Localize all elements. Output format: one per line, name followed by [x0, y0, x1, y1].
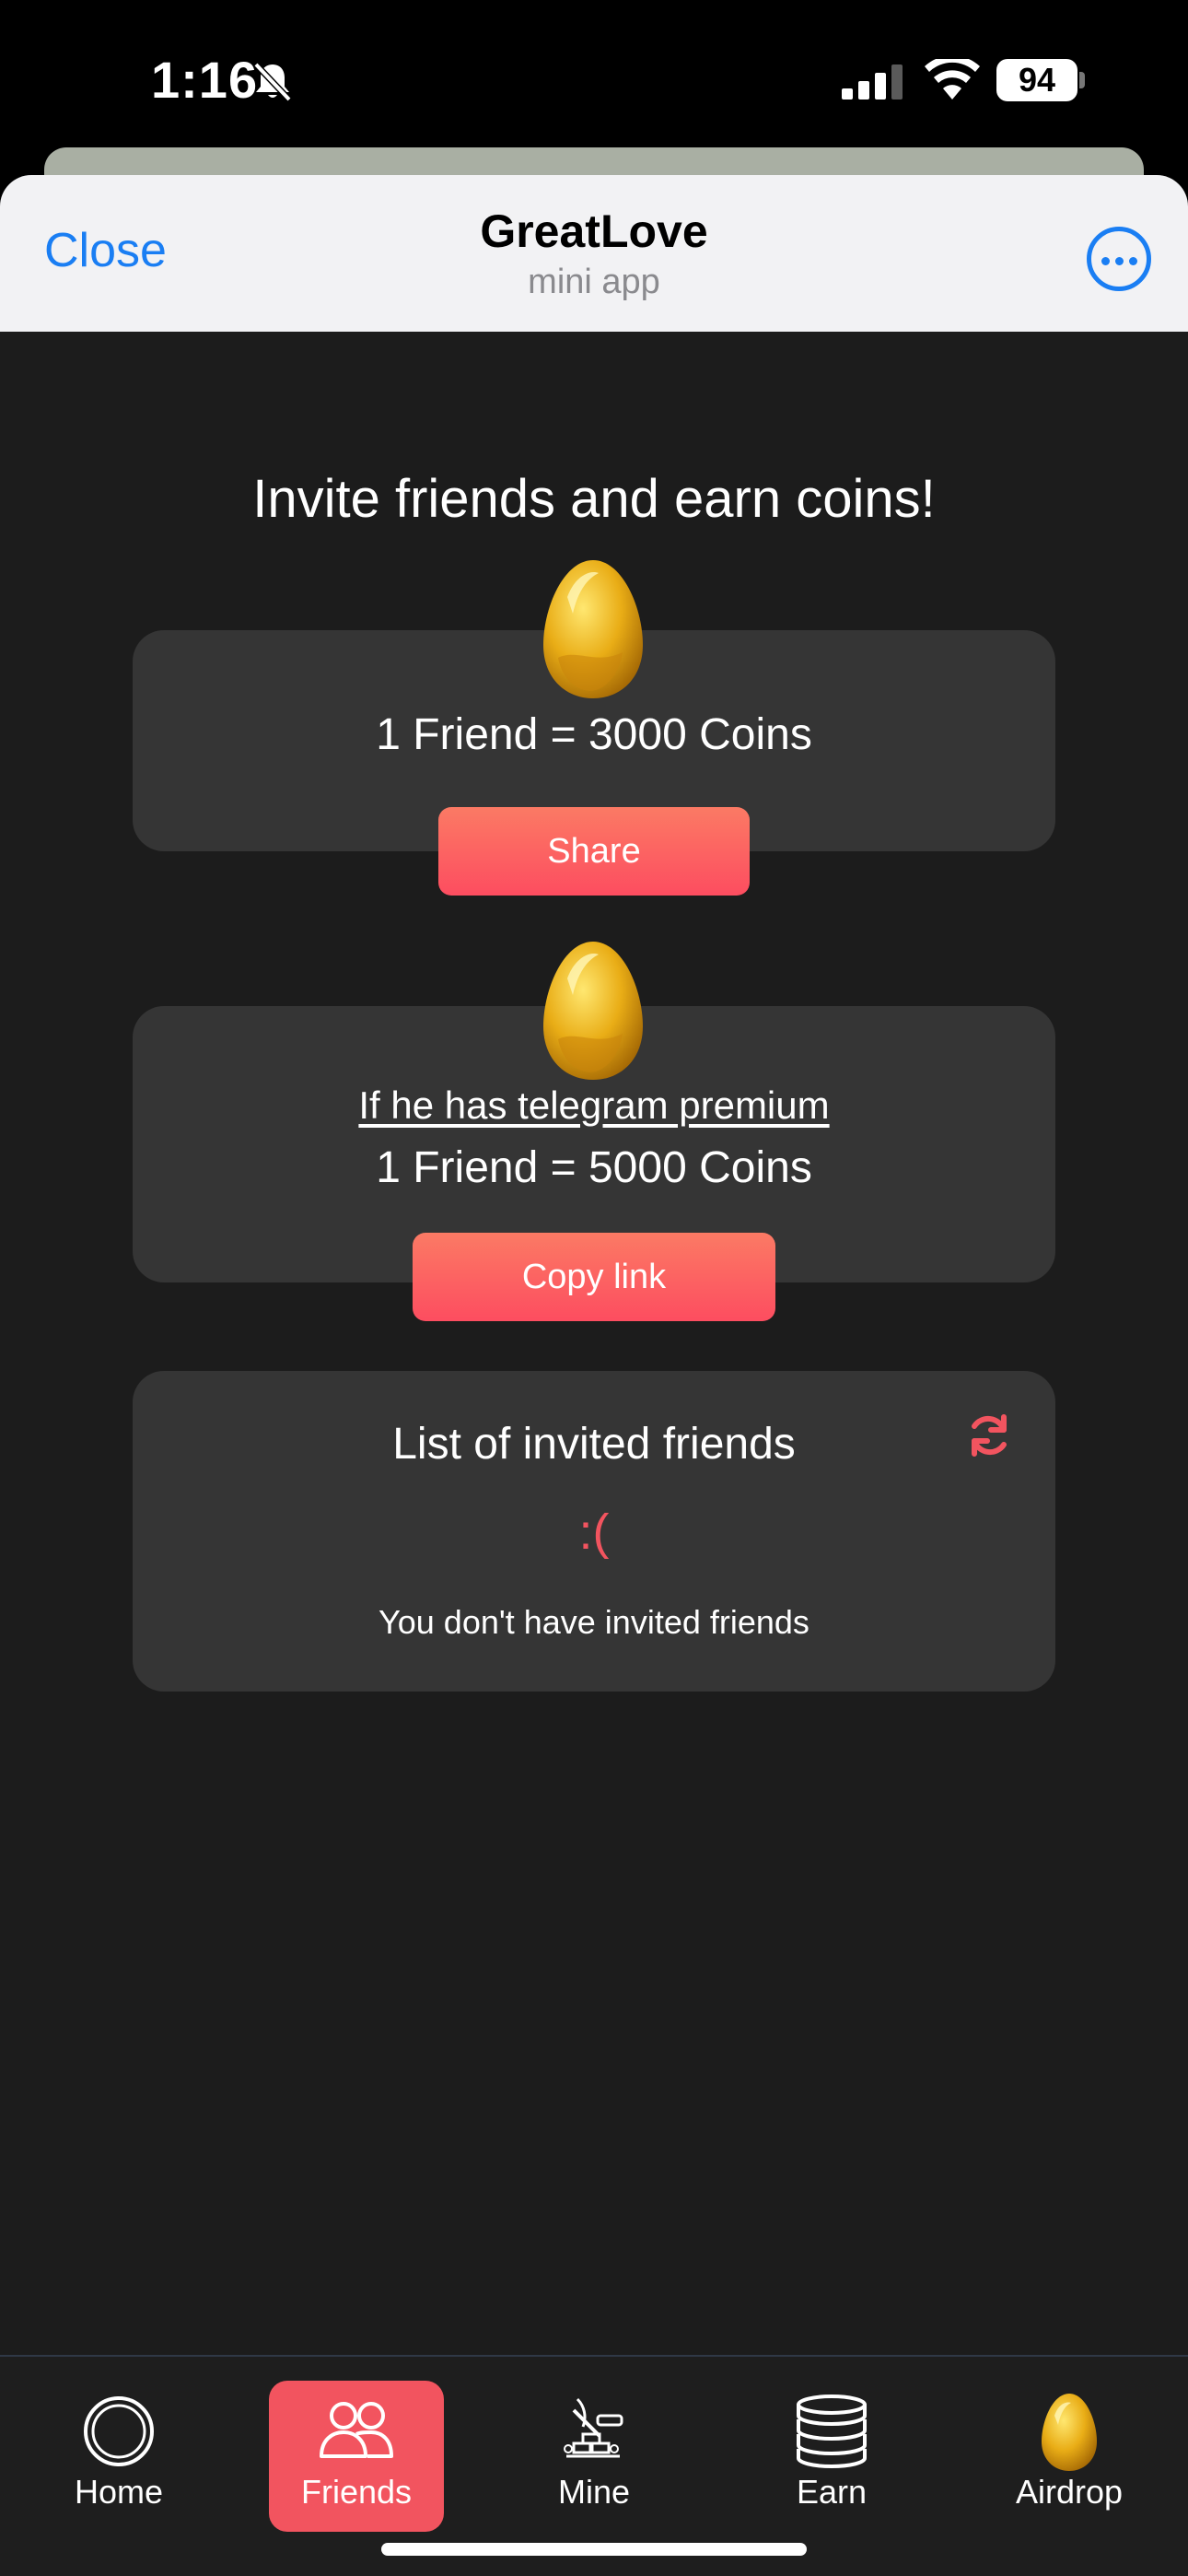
- golden-egg-icon: [1042, 2394, 1097, 2471]
- premium-reward-text: 1 Friend = 5000 Coins: [376, 1143, 812, 1192]
- more-dot-icon: [1101, 257, 1110, 265]
- golden-egg-icon: [543, 560, 643, 698]
- home-indicator[interactable]: [381, 2543, 807, 2556]
- page-title: Invite friends and earn coins!: [252, 469, 936, 529]
- screen: 1:16 94 Close GreatLove mini app Invite …: [0, 0, 1188, 2576]
- share-button[interactable]: Share: [438, 807, 750, 896]
- coins-stack-icon: [797, 2395, 867, 2469]
- status-time: 1:16: [151, 51, 259, 109]
- friends-icon: [320, 2402, 393, 2458]
- nav-label-airdrop: Airdrop: [1015, 2473, 1124, 2511]
- home-circle-icon: [84, 2396, 154, 2466]
- sad-emoticon: :(: [578, 1505, 610, 1560]
- nav-item-airdrop[interactable]: Airdrop: [982, 2381, 1157, 2532]
- nav-item-earn[interactable]: Earn: [744, 2381, 919, 2532]
- more-dot-icon: [1129, 257, 1137, 265]
- cellular-signal-icon: [842, 64, 903, 100]
- nav-label-home: Home: [74, 2473, 164, 2511]
- battery-indicator: 94: [996, 59, 1085, 101]
- app-subtitle: mini app: [528, 263, 660, 301]
- empty-friends-text: You don't have invited friends: [379, 1603, 809, 1641]
- invite-reward-text: 1 Friend = 3000 Coins: [376, 710, 812, 759]
- bell-off-icon: [253, 62, 292, 102]
- more-dot-icon: [1115, 257, 1124, 265]
- nav-label-earn: Earn: [796, 2473, 868, 2511]
- nav-label-friends: Friends: [300, 2473, 413, 2511]
- refresh-icon[interactable]: [963, 1410, 1015, 1461]
- copy-link-button[interactable]: Copy link: [413, 1233, 775, 1321]
- golden-egg-icon: [543, 942, 643, 1080]
- more-options-button[interactable]: [1087, 227, 1151, 291]
- battery-level: 94: [996, 59, 1077, 101]
- telegram-premium-link[interactable]: If he has telegram premium: [0, 1083, 1188, 1128]
- nav-item-friends[interactable]: Friends: [269, 2381, 444, 2532]
- wifi-icon: [925, 59, 980, 100]
- battery-cap: [1079, 72, 1085, 88]
- nav-item-home[interactable]: Home: [31, 2381, 206, 2532]
- app-title: GreatLove: [480, 205, 708, 257]
- mine-icon: [564, 2397, 623, 2458]
- nav-label-mine: Mine: [557, 2473, 631, 2511]
- nav-item-mine[interactable]: Mine: [507, 2381, 681, 2532]
